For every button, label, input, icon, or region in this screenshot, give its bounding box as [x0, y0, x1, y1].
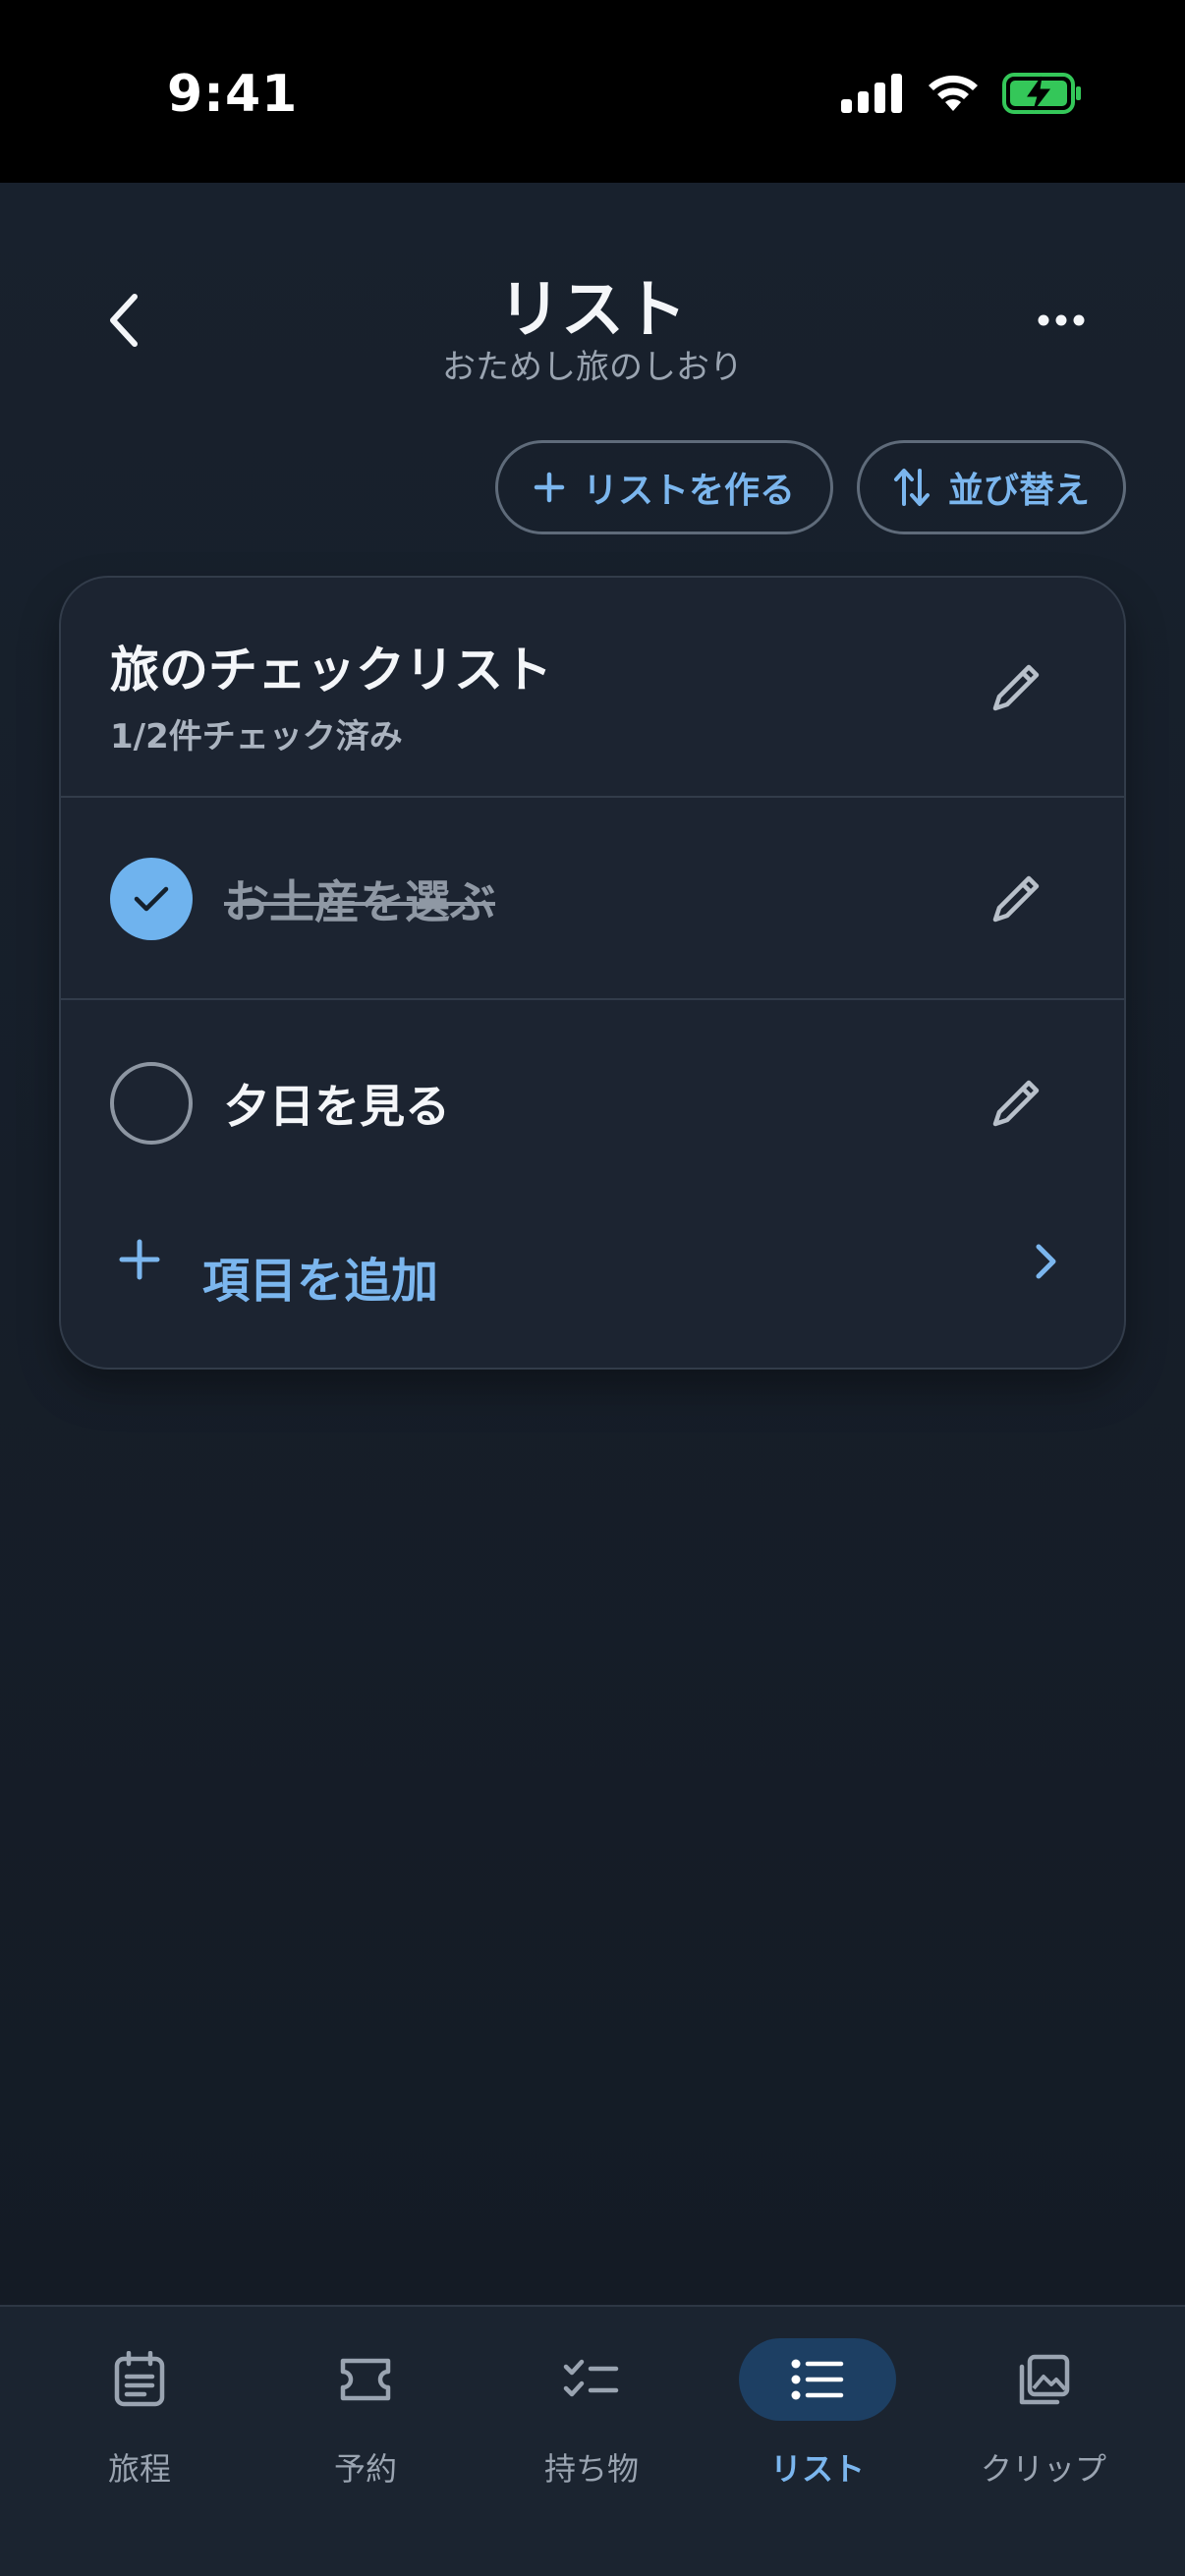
list-item[interactable]: お土産を選ぶ	[61, 798, 1124, 1000]
tab-list[interactable]: リスト	[719, 2338, 916, 2515]
list-item-label: お土産を選ぶ	[224, 875, 495, 928]
status-time: 9:41	[167, 65, 299, 124]
pencil-icon	[992, 664, 1040, 711]
list-page: リスト おためし旅のしおり リストを作る 並び替え 旅のチェックリスト 1/2件…	[0, 183, 1185, 2305]
tab-icon-wrap	[61, 2338, 218, 2421]
signal-icon	[841, 74, 902, 113]
battery-charging-icon	[1002, 73, 1081, 114]
status-bar: 9:41	[0, 0, 1185, 183]
tab-icon-wrap	[513, 2338, 670, 2421]
checkbox-checked[interactable]	[110, 858, 193, 940]
page-subtitle: おためし旅のしおり	[442, 348, 743, 387]
more-options-button[interactable]	[1022, 291, 1100, 350]
edit-item-button[interactable]	[987, 869, 1045, 928]
pencil-icon	[992, 1080, 1040, 1127]
tab-reservations[interactable]: 予約	[267, 2338, 464, 2515]
sort-arrows-icon	[893, 469, 930, 506]
tab-icon-wrap	[965, 2338, 1122, 2421]
calendar-list-icon	[114, 2351, 165, 2407]
create-list-label: リストを作る	[582, 471, 795, 511]
page-title: リスト	[498, 274, 687, 347]
add-item-label: 項目を追加	[202, 1254, 439, 1309]
tab-icon-wrap	[739, 2338, 896, 2421]
tab-bar: 旅程 予約 持ち物 リスト クリップ	[0, 2305, 1185, 2576]
photo-stack-icon	[1019, 2354, 1070, 2405]
chevron-right-icon	[1036, 1244, 1056, 1279]
ticket-icon	[340, 2358, 391, 2401]
list-item[interactable]: 夕日を見る	[61, 1002, 1124, 1204]
tab-label: 旅程	[107, 2450, 171, 2488]
tab-label: 持ち物	[543, 2450, 639, 2488]
edit-item-button[interactable]	[987, 1074, 1045, 1133]
wifi-icon	[929, 75, 978, 111]
tab-itinerary[interactable]: 旅程	[41, 2338, 238, 2515]
list-item-label: 夕日を見る	[224, 1080, 450, 1133]
checklist-card: 旅のチェックリスト 1/2件チェック済み お土産を選ぶ 夕日を見る 項目を追加	[59, 576, 1126, 1370]
tab-belongings[interactable]: 持ち物	[493, 2338, 690, 2515]
tab-label: クリップ	[980, 2450, 1106, 2488]
tab-label: 予約	[333, 2450, 397, 2488]
card-progress: 1/2件チェック済み	[110, 717, 403, 756]
tab-clip[interactable]: クリップ	[945, 2338, 1142, 2515]
card-header: 旅のチェックリスト 1/2件チェック済み	[61, 578, 1124, 798]
edit-list-button[interactable]	[987, 658, 1045, 717]
checkbox-unchecked[interactable]	[110, 1062, 193, 1145]
plus-icon	[119, 1239, 160, 1280]
tab-label: リスト	[769, 2450, 865, 2488]
pencil-icon	[992, 875, 1040, 923]
tab-icon-wrap	[287, 2338, 444, 2421]
plus-icon	[534, 472, 565, 503]
create-list-button[interactable]: リストを作る	[495, 440, 833, 534]
card-title: 旅のチェックリスト	[110, 642, 552, 699]
checklist-icon	[563, 2359, 619, 2397]
sort-button[interactable]: 並び替え	[857, 440, 1126, 534]
status-icons	[841, 73, 1083, 114]
bullet-list-icon	[791, 2359, 844, 2400]
checkmark-icon	[134, 886, 169, 912]
add-item-button[interactable]: 項目を追加	[61, 1203, 1124, 1330]
sort-label: 並び替え	[947, 471, 1090, 511]
ellipsis-icon	[1038, 314, 1085, 326]
